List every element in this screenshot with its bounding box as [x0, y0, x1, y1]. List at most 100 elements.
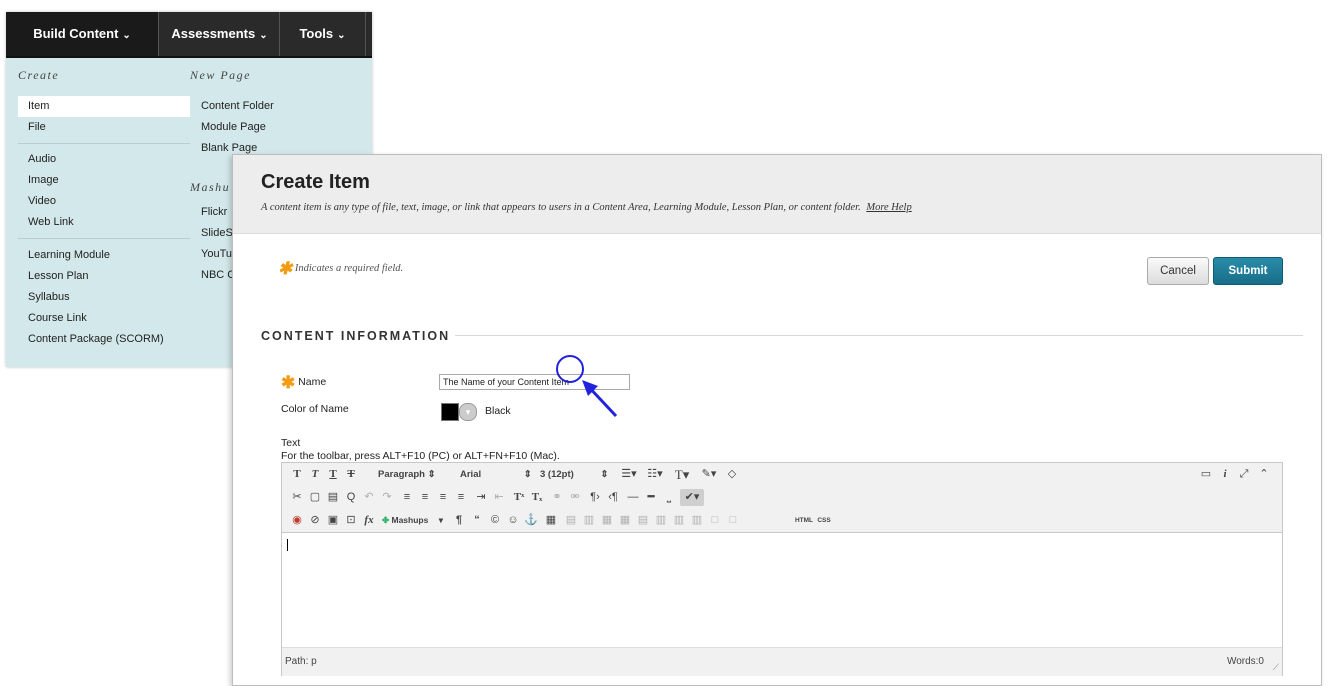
bold-icon[interactable]: T	[290, 466, 304, 483]
menu-item-flickr[interactable]: Flickr	[201, 202, 227, 223]
link-icon[interactable]: ⚭	[550, 489, 564, 506]
align-left-icon[interactable]: ≡	[400, 489, 414, 506]
paste-icon[interactable]: ▤	[326, 489, 340, 506]
record-icon[interactable]: ◉	[290, 512, 304, 529]
menu-item-nbc[interactable]: NBC C	[201, 265, 235, 286]
indent-icon[interactable]: ⇥	[474, 489, 488, 506]
annotation-arrow-icon	[582, 380, 618, 418]
html-code-view-icon[interactable]: HTML	[794, 512, 814, 529]
menu-item-module-page[interactable]: Module Page	[201, 117, 266, 138]
nonbreaking-space-icon[interactable]: ⎵	[662, 489, 676, 506]
rtl-icon[interactable]: ‹¶	[606, 489, 620, 506]
chevron-down-icon: ⌄	[259, 30, 268, 41]
delete-col-icon[interactable]: ▥	[690, 512, 704, 529]
submit-button[interactable]: Submit	[1213, 257, 1283, 285]
color-picker-dropdown-icon[interactable]: ▾	[459, 403, 477, 421]
paragraph-mark-icon[interactable]: ¶	[452, 512, 466, 529]
justify-icon[interactable]: ≡	[454, 489, 468, 506]
copyright-icon[interactable]: ©	[488, 512, 502, 529]
thick-rule-icon[interactable]: ━	[644, 489, 658, 506]
create-item-panel: Create Item A content item is any type o…	[232, 154, 1322, 686]
find-icon[interactable]: Q	[344, 489, 358, 506]
menu-item-item[interactable]: Item	[18, 96, 190, 117]
collapse-toolbar-icon[interactable]: ⌃	[1256, 466, 1272, 483]
cut-icon[interactable]: ✂	[290, 489, 304, 506]
mashups-select-label: Mashups	[391, 515, 429, 525]
delete-row-icon[interactable]: ▤	[636, 512, 650, 529]
merge-cells-icon[interactable]: □	[726, 512, 740, 529]
split-cells-icon[interactable]: □	[708, 512, 722, 529]
resize-grip-icon[interactable]: ⟋	[1273, 662, 1279, 673]
italic-icon[interactable]: T	[308, 466, 322, 483]
insert-row-after-icon[interactable]: ▦	[618, 512, 632, 529]
spellcheck-icon[interactable]: ✔▾	[680, 489, 704, 506]
insert-col-before-icon[interactable]: ▥	[654, 512, 668, 529]
copy-icon[interactable]: ▢	[308, 489, 322, 506]
color-swatch[interactable]	[441, 403, 459, 421]
info-icon[interactable]: i	[1218, 466, 1232, 483]
font-select-value: Arial	[460, 469, 482, 480]
preview-icon[interactable]: ▭	[1198, 466, 1214, 483]
eraser-icon[interactable]: ◇	[724, 466, 740, 483]
bullet-list-icon[interactable]: ☰▾	[618, 466, 640, 483]
mashups-select[interactable]: ✤ Mashups ▾	[382, 512, 443, 529]
text-color-icon[interactable]: T▾	[670, 466, 694, 483]
ltr-icon[interactable]: ¶›	[588, 489, 602, 506]
align-center-icon[interactable]: ≡	[418, 489, 432, 506]
menu-item-syllabus[interactable]: Syllabus	[28, 287, 70, 308]
course-tabbar: Build Content ⌄ Assessments ⌄ Tools ⌄	[6, 12, 372, 58]
editor-status-bar: Path: p Words:0 ⟋	[282, 647, 1282, 676]
strikethrough-icon[interactable]: T	[344, 466, 358, 483]
anchor-icon[interactable]: ⚓	[524, 512, 538, 529]
menu-item-image[interactable]: Image	[28, 170, 59, 191]
tab-assessments[interactable]: Assessments ⌄	[158, 12, 280, 56]
menu-item-course-link[interactable]: Course Link	[28, 308, 87, 329]
horizontal-rule-icon[interactable]: —	[626, 489, 640, 506]
superscript-icon[interactable]: Tˣ	[512, 489, 526, 506]
insert-image-icon[interactable]: ▣	[326, 512, 340, 529]
table-cell-props-icon[interactable]: ▥	[582, 512, 596, 529]
align-right-icon[interactable]: ≡	[436, 489, 450, 506]
insert-media-icon[interactable]: ⊡	[344, 512, 358, 529]
paragraph-select[interactable]: Paragraph ⇕	[378, 466, 436, 483]
menu-item-slideshare[interactable]: SlideS	[201, 223, 233, 244]
tab-tools[interactable]: Tools ⌄	[279, 12, 366, 56]
subscript-icon[interactable]: Tₓ	[530, 489, 544, 506]
menu-item-audio[interactable]: Audio	[28, 149, 56, 170]
menu-item-file[interactable]: File	[28, 117, 46, 138]
insert-col-after-icon[interactable]: ▥	[672, 512, 686, 529]
table-row-props-icon[interactable]: ▤	[564, 512, 578, 529]
editor-text-area[interactable]	[282, 533, 1282, 647]
highlight-icon[interactable]: ✎▾	[698, 466, 720, 483]
undo-icon[interactable]: ↶	[362, 489, 376, 506]
unlink-icon[interactable]: ⚮	[568, 489, 582, 506]
editor-path: Path: p	[285, 656, 317, 667]
color-of-name-label: Color of Name	[281, 403, 349, 415]
size-select[interactable]: 3 (12pt) ⇕	[540, 466, 608, 483]
insert-table-icon[interactable]: ▦	[544, 512, 558, 529]
toolbar-hint: For the toolbar, press ALT+F10 (PC) or A…	[281, 450, 560, 462]
emoticon-icon[interactable]: ☺	[506, 512, 520, 529]
menu-item-content-package[interactable]: Content Package (SCORM)	[28, 329, 164, 350]
more-help-link[interactable]: More Help	[866, 202, 911, 213]
menu-item-video[interactable]: Video	[28, 191, 56, 212]
tab-build-content[interactable]: Build Content ⌄	[6, 12, 158, 56]
redo-icon[interactable]: ↷	[380, 489, 394, 506]
attach-file-icon[interactable]: ⊘	[308, 512, 322, 529]
cancel-button[interactable]: Cancel	[1147, 257, 1209, 285]
fullscreen-icon[interactable]: ⤢	[1236, 466, 1252, 483]
chevron-down-icon: ⌄	[337, 30, 346, 41]
blockquote-icon[interactable]: “	[470, 512, 484, 529]
css-icon[interactable]: CSS	[816, 512, 832, 529]
menu-item-lesson-plan[interactable]: Lesson Plan	[28, 266, 89, 287]
underline-icon[interactable]: T	[326, 466, 340, 483]
menu-item-youtube[interactable]: YouTu	[201, 244, 232, 265]
menu-item-web-link[interactable]: Web Link	[28, 212, 74, 233]
insert-row-before-icon[interactable]: ▦	[600, 512, 614, 529]
menu-item-learning-module[interactable]: Learning Module	[28, 245, 110, 266]
math-equation-icon[interactable]: fx	[362, 512, 376, 529]
font-select[interactable]: Arial ⇕	[460, 466, 532, 483]
menu-item-content-folder[interactable]: Content Folder	[201, 96, 274, 117]
numbered-list-icon[interactable]: ☷▾	[644, 466, 666, 483]
outdent-icon[interactable]: ⇤	[492, 489, 506, 506]
